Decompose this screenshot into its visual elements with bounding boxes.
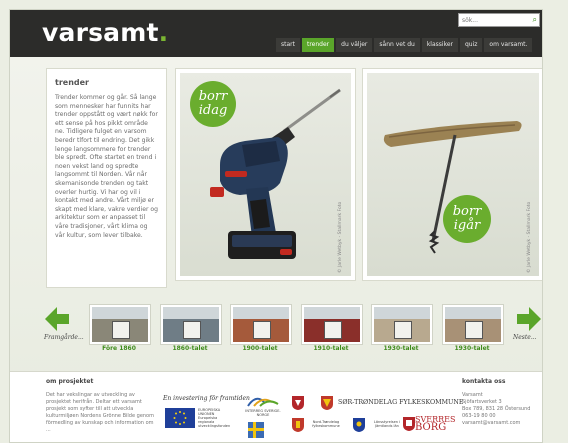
interreg-logo [247, 397, 279, 407]
window-shape [253, 321, 271, 339]
article-body: Trender kommer og går. Så lange som menn… [55, 94, 158, 239]
era-house-image [374, 307, 430, 342]
contact-details: Varsamt Sjöfartsverket 3 Box 789, 831 28 Ö… [462, 392, 540, 427]
site-header: varsamt. ⌕ starttrenderdu väljersånn vet… [10, 10, 542, 57]
lansstyrelsen-text: Länsstyrelsen i Jämtlands län [373, 420, 401, 428]
era-thumbnail[interactable] [89, 304, 151, 345]
era-thumbnail[interactable] [442, 304, 504, 345]
window-shape [112, 321, 130, 339]
search-icon[interactable]: ⌕ [533, 14, 537, 26]
era-thumbnail[interactable] [230, 304, 292, 345]
contact-line: Sjöfartsverket 3 [462, 399, 502, 405]
era-label[interactable]: Före 1860 [89, 345, 149, 352]
nordtrondelag-text: Nord-Trøndelag fylkeskommune [312, 420, 340, 428]
about-text: Det har vekslingar av utveckling av pros… [46, 392, 154, 433]
trend-article: trender Trender kommer og går. Så lange … [46, 68, 167, 288]
about-title: om prosjektet [46, 378, 94, 385]
contact-title: kontakta oss [462, 378, 506, 385]
contact-line: Box 789, 831 28 Östersund [462, 406, 531, 412]
partners-title: En investering för framtiden [163, 395, 250, 402]
nav-item-start[interactable]: start [276, 38, 300, 52]
nav-item-trender[interactable]: trender [301, 38, 335, 52]
era-thumbnail[interactable] [160, 304, 222, 345]
badge-borr-igar: borr igår [443, 195, 491, 243]
nav-item-om-varsamt-[interactable]: om varsamt. [484, 38, 533, 52]
eu-flag-logo [165, 408, 195, 428]
prev-label[interactable]: Framgårde... [44, 334, 84, 341]
photo-credit: © Jarle Wetbyk - Stallmark Foto [338, 201, 343, 273]
era-thumbnail[interactable] [301, 304, 363, 345]
shield-icon [292, 396, 304, 410]
photo-auger-yesterday: borr igår © Jarle Wetbyk - Stallmark Foto [362, 68, 542, 281]
era-label[interactable]: 1900-talet [230, 345, 290, 352]
contact-line: 063-19 80 00 [462, 413, 496, 419]
era-label[interactable]: 1860-talet [160, 345, 220, 352]
coat-of-arms-icon [248, 422, 264, 438]
lansstyrelsen-shield-icon [353, 418, 365, 432]
badge-borr-idag: borr idag [190, 81, 236, 127]
nav-item-klassiker[interactable]: klassiker [421, 38, 458, 52]
site-logo[interactable]: varsamt. [42, 18, 168, 47]
era-label[interactable]: 1930-talet [371, 345, 431, 352]
era-house-image [445, 307, 501, 342]
era-label[interactable]: 1930-talet [442, 345, 502, 352]
interreg-text: INTERREG SVERIGE-NORGE [245, 409, 281, 417]
article-title: trender [55, 78, 89, 87]
window-shape [183, 321, 201, 339]
main-nav: start trender du väljer sånn vet du klassike… [276, 38, 533, 52]
arrow-left-icon[interactable] [45, 307, 69, 331]
era-house-image [233, 307, 289, 342]
auger-image [383, 121, 522, 254]
nav-item-du-v-ljer[interactable]: du väljer [336, 38, 373, 52]
search-box: ⌕ [458, 13, 540, 27]
era-house-image [92, 307, 148, 342]
nav-item-s-nn-vet-du[interactable]: sånn vet du [374, 38, 420, 52]
era-label[interactable]: 1910-talet [301, 345, 361, 352]
search-input[interactable] [459, 15, 526, 25]
eu-text: EUROPEISKA UNIONEN Europeiska regionala … [198, 408, 231, 428]
arrow-right-icon[interactable] [517, 307, 541, 331]
sverresborg-logo-icon [403, 417, 415, 431]
window-shape [394, 321, 412, 339]
contact-line: varsamt@varsamt.com [462, 420, 521, 426]
era-house-image [163, 307, 219, 342]
window-shape [465, 321, 483, 339]
contact-line: Varsamt [462, 392, 483, 398]
nordtrondelag-shield-icon [292, 418, 304, 432]
fylke-text: SØR-TRØNDELAG FYLKESKOMMUNE [338, 399, 464, 406]
photo-drill-today: borr idag © Jarle Wetbyk - Stallmark Foto [175, 68, 356, 281]
era-thumbnail[interactable] [371, 304, 433, 345]
next-label[interactable]: Neste... [513, 334, 537, 341]
photo-credit: © Jarle Wetbyk - Stallmark Foto [527, 201, 532, 273]
nav-item-quiz[interactable]: quiz [459, 38, 483, 52]
era-house-image [304, 307, 360, 342]
site-footer: om prosjektet Det har vekslingar av utve… [10, 371, 542, 442]
sverresborg-text: SVERRES BORG [415, 415, 456, 433]
window-shape [324, 321, 342, 339]
page-frame: varsamt. ⌕ starttrenderdu väljersånn vet… [9, 9, 543, 443]
county-shield-icon [321, 396, 333, 410]
